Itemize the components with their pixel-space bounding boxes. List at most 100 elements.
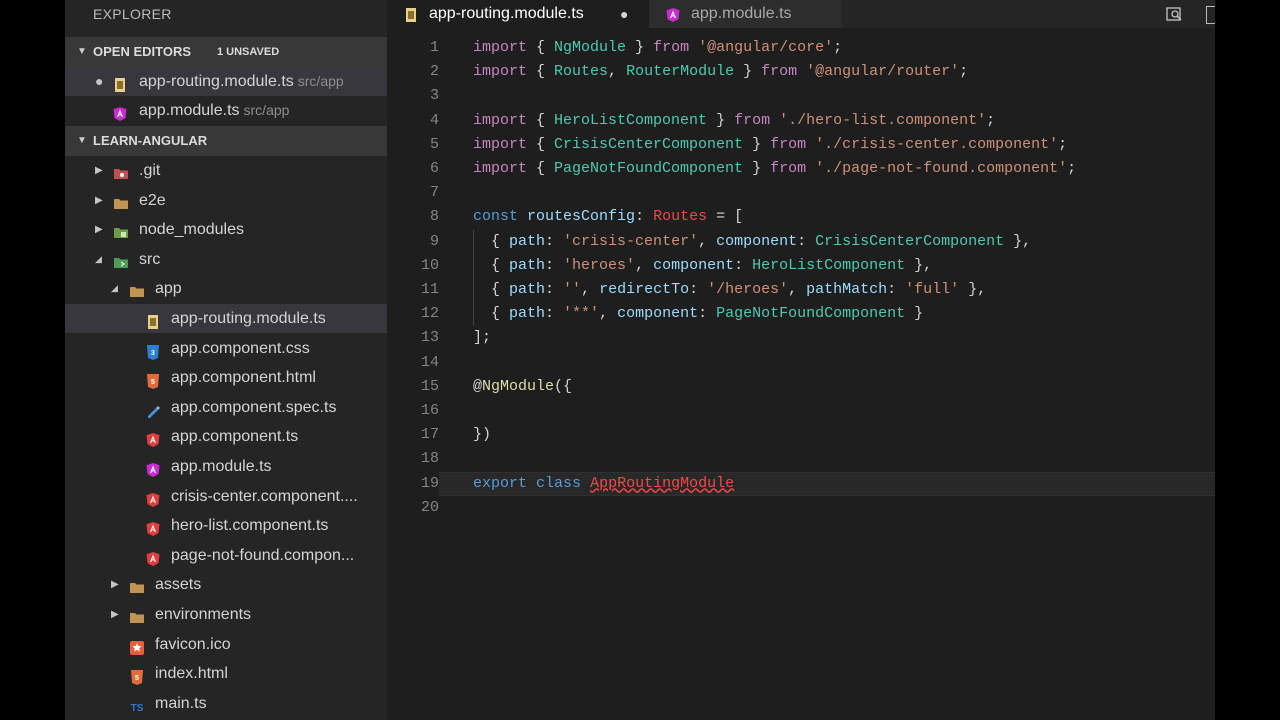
tree-file[interactable]: crisis-center.component....	[65, 482, 387, 511]
open-editor-item[interactable]: app.module.ts src/app	[65, 96, 387, 125]
code-token: 'crisis-center'	[563, 232, 699, 250]
code-token: }	[734, 63, 762, 81]
code-token: './crisis-center.component'	[815, 135, 1059, 153]
tree-file[interactable]: hero-list.component.ts	[65, 511, 387, 540]
tree-folder[interactable]: ▶ .git	[65, 156, 387, 185]
chevron-right-icon[interactable]: ▶	[95, 215, 103, 244]
open-changes-icon[interactable]	[1165, 5, 1183, 23]
code-token: }	[626, 39, 654, 56]
line-number: 5	[429, 135, 439, 153]
tree-file[interactable]: favicon.ico	[65, 630, 387, 659]
chevron-right-icon[interactable]: ▶	[95, 156, 103, 185]
code-token: 'full'	[905, 281, 960, 298]
tree-folder[interactable]: ▶ assets	[65, 570, 387, 599]
html-file-icon: 5	[129, 666, 145, 686]
code-token: ,	[581, 281, 600, 298]
tree-file[interactable]: app.component.spec.ts	[65, 393, 387, 422]
code-token: {	[527, 160, 555, 177]
project-label: LEARN-ANGULAR	[93, 133, 208, 148]
tree-folder[interactable]: ▶ e2e	[65, 186, 387, 215]
chevron-right-icon[interactable]: ▶	[111, 570, 119, 599]
project-header[interactable]: ▼ LEARN-ANGULAR	[65, 126, 387, 156]
unsaved-badge: 1 UNSAVED	[217, 46, 280, 58]
code-token: {	[473, 256, 510, 274]
editor-tabs: app-routing.module.ts ● app.module.ts	[387, 0, 1215, 28]
code-token: ;	[959, 63, 969, 81]
editor-tab[interactable]: app.module.ts	[649, 0, 841, 28]
editor-tab[interactable]: app-routing.module.ts ●	[387, 0, 649, 28]
code-token: redirectTo	[599, 281, 690, 298]
code-token: from	[734, 111, 771, 129]
unsaved-dot-icon[interactable]: ●	[620, 0, 628, 28]
code-token: {	[527, 39, 555, 56]
tree-folder[interactable]: ◢ src	[65, 245, 387, 274]
code-line: import { Routes, RouterModule } from '@a…	[473, 60, 968, 84]
code-line: import { PageNotFoundComponent } from '.…	[473, 157, 1076, 181]
code-token: }	[743, 135, 771, 153]
line-number: 16	[420, 402, 439, 419]
code-editor[interactable]: 1 import { NgModule } from '@angular/core…	[387, 28, 1215, 720]
explorer-title: EXPLORER	[93, 6, 172, 22]
html-file-icon: 5	[145, 370, 161, 390]
open-editor-path: src/app	[297, 73, 344, 89]
code-token: ;	[986, 111, 996, 129]
code-token: './hero-list.component'	[779, 111, 987, 129]
code-token: },	[959, 281, 987, 298]
tree-folder[interactable]: ▶ environments	[65, 600, 387, 629]
tree-file[interactable]: app-routing.module.ts	[65, 304, 387, 333]
split-editor-icon[interactable]	[1206, 6, 1215, 24]
chevron-right-icon[interactable]: ▶	[111, 600, 119, 629]
code-token: }	[743, 160, 771, 177]
line-number: 15	[420, 377, 439, 395]
code-token: CrisisCenterComponent	[554, 135, 744, 153]
open-editor-path: src/app	[243, 102, 290, 118]
line-number: 18	[420, 450, 439, 468]
svg-text:5: 5	[135, 675, 139, 682]
code-token: from	[770, 135, 807, 153]
code-token: import	[473, 111, 528, 129]
angular-component-icon	[145, 518, 161, 537]
typescript-file-icon	[112, 74, 128, 92]
tree-file[interactable]: TS main.ts	[65, 689, 387, 718]
tree-file[interactable]: app.component.ts	[65, 422, 387, 451]
chevron-down-icon: ▼	[77, 135, 87, 146]
tree-item-label: e2e	[139, 191, 166, 209]
open-editors-header[interactable]: ▼ OPEN EDITORS 1 UNSAVED	[65, 37, 387, 67]
line-number: 19	[420, 474, 439, 492]
folder-icon	[113, 193, 129, 209]
code-token: :	[545, 305, 564, 323]
code-token: ({	[554, 377, 573, 395]
chevron-right-icon[interactable]: ▶	[95, 186, 103, 215]
code-token: {	[473, 281, 510, 298]
tree-file[interactable]: page-not-found.compon...	[65, 541, 387, 570]
tree-item-label: app.component.spec.ts	[171, 398, 337, 416]
code-line: export class AppRoutingModule	[473, 472, 734, 496]
tree-item-label: assets	[155, 576, 202, 594]
code-token: HeroListComponent	[752, 256, 906, 274]
code-token: }	[707, 111, 735, 129]
tree-folder[interactable]: ◢ app	[65, 274, 387, 303]
code-token: ,	[788, 281, 807, 298]
tree-item-label: node_modules	[139, 221, 244, 239]
line-number: 4	[429, 111, 439, 129]
chevron-down-icon[interactable]: ◢	[111, 274, 118, 303]
line-number: 3	[429, 87, 439, 105]
open-editor-item[interactable]: ● app-routing.module.ts src/app	[65, 67, 387, 96]
line-number: 17	[420, 426, 439, 444]
tree-file[interactable]: 5 index.html	[65, 659, 387, 688]
tree-file[interactable]: 3 app.component.css	[65, 334, 387, 363]
open-editor-label: app.module.ts src/app	[139, 102, 290, 119]
code-token: :	[545, 232, 564, 250]
code-token: {	[473, 232, 510, 250]
tree-folder[interactable]: ▶ node_modules	[65, 215, 387, 244]
tree-item-label: app.component.html	[171, 369, 316, 387]
angular-file-icon	[145, 459, 161, 477]
tree-file[interactable]: app.module.ts	[65, 452, 387, 481]
tree-file[interactable]: 5 app.component.html	[65, 363, 387, 392]
tree-item-label: environments	[155, 606, 252, 623]
code-token: = [	[707, 208, 744, 226]
chevron-down-icon[interactable]: ◢	[95, 245, 102, 274]
code-token: :	[797, 232, 816, 250]
